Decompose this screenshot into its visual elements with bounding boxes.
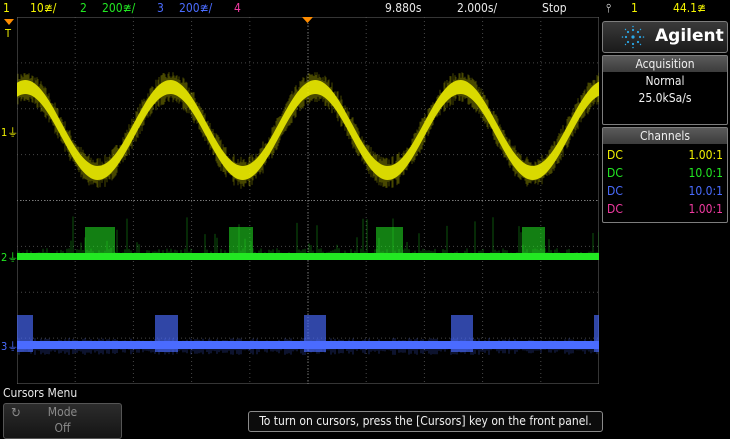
channels-header: Channels <box>603 128 727 144</box>
trigger-level[interactable]: 44.1≇ <box>673 1 706 15</box>
status-message: To turn on cursors, press the [Cursors] … <box>248 411 603 432</box>
mode-softkey[interactable]: ↻ Mode Off <box>3 403 122 439</box>
channel-row-2[interactable]: DC 10.0:1 <box>603 164 727 182</box>
ch4-number[interactable]: 4 <box>234 1 241 15</box>
trigger-position-marker[interactable] <box>302 17 314 28</box>
ch3-number[interactable]: 3 <box>157 1 164 15</box>
agilent-spark-icon <box>621 25 645 49</box>
ch1-ground-marker[interactable]: 1⏚ <box>1 124 18 140</box>
probe-ratio: 10.0:1 <box>688 166 723 180</box>
ch2-pulse <box>522 227 545 260</box>
channel-row-4[interactable]: DC 1.00:1 <box>603 200 727 218</box>
ch3-ground-marker[interactable]: 3⏚ <box>1 338 18 354</box>
channel-list: DC 1.00:1 DC 10.0:1 DC 10.0:1 DC 1.00:1 <box>603 144 727 218</box>
ground-icon: ⏚ <box>7 251 19 264</box>
ch2-scale[interactable]: 200≇/ <box>102 1 135 15</box>
probe-ratio: 1.00:1 <box>688 148 723 162</box>
ch1-number[interactable]: 1 <box>3 1 10 15</box>
trigger-delay-icon <box>302 17 313 23</box>
brand-logo: Agilent <box>602 21 728 53</box>
acquisition-header: Acquisition <box>603 56 727 72</box>
channel-coupling: DC <box>607 184 623 198</box>
trigger-edge-icon: ⫯ <box>606 1 612 15</box>
time-scale[interactable]: 2.000s/ <box>457 1 497 15</box>
ch2-ground-marker[interactable]: 2⏚ <box>1 249 18 265</box>
channel-row-1[interactable]: DC 1.00:1 <box>603 146 727 164</box>
acquisition-mode: Normal <box>645 74 685 88</box>
channels-box[interactable]: Channels DC 1.00:1 DC 10.0:1 DC 10.0:1 D… <box>602 127 728 223</box>
ch3-pulse <box>451 315 473 352</box>
trigger-source[interactable]: 1 <box>631 1 638 15</box>
probe-ratio: 10.0:1 <box>688 184 723 198</box>
channel-coupling: DC <box>607 166 623 180</box>
menu-title: Cursors Menu <box>3 386 78 400</box>
ch3-scale[interactable]: 200≇/ <box>179 1 212 15</box>
ground-icon: ⏚ <box>7 126 19 139</box>
brand-name: Agilent <box>655 26 724 46</box>
trigger-T-label: T <box>5 27 12 40</box>
sample-rate: 25.0kSa/s <box>638 91 692 105</box>
probe-ratio: 1.00:1 <box>688 202 723 216</box>
softkey-value: Off <box>54 421 71 435</box>
softkey-label: Mode <box>47 405 78 419</box>
ch2-pulse <box>85 227 115 260</box>
channel-coupling: DC <box>607 202 623 216</box>
time-position[interactable]: 9.880s <box>385 1 422 15</box>
ch2-number[interactable]: 2 <box>80 1 87 15</box>
waveform-display[interactable] <box>17 17 599 384</box>
ch1-scale[interactable]: 10≇/ <box>30 1 56 15</box>
run-state[interactable]: Stop <box>542 1 567 15</box>
ch3-pulse <box>155 315 178 352</box>
ground-icon: ⏚ <box>7 340 19 353</box>
status-bar: 1 10≇/ 2 200≇/ 3 200≇/ 4 9.880s 2.000s/ … <box>0 0 730 17</box>
acquisition-box[interactable]: Acquisition Normal 25.0kSa/s <box>602 55 728 125</box>
channel-row-3[interactable]: DC 10.0:1 <box>603 182 727 200</box>
channel-coupling: DC <box>607 148 623 162</box>
